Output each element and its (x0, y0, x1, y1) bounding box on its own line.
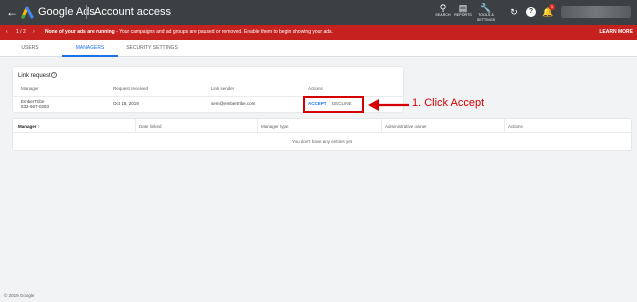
sort-arrow-icon: ↑ (37, 124, 41, 129)
column-divider (504, 119, 505, 132)
refresh-icon[interactable]: ↻ (509, 7, 519, 17)
google-ads-logo-icon (21, 6, 34, 19)
column-header-manager: Manager (21, 86, 39, 91)
tools-tool-label: TOOLS & SETTINGS (476, 13, 496, 22)
wrench-icon: 🔧 (480, 3, 492, 13)
column-header-actions: Actions (308, 86, 323, 91)
manager-customer-id: 532-667-0283 (21, 104, 50, 109)
empty-state-message: You don't have any entries yet (292, 139, 352, 144)
annotation-arrow-icon (368, 99, 409, 111)
banner-pager: 1 / 2 (16, 29, 26, 35)
banner-next-icon[interactable]: › (33, 25, 35, 40)
help-icon[interactable]: ? (526, 7, 536, 17)
table-header-date-linked[interactable]: Date linked (139, 124, 162, 130)
table-header-manager-type[interactable]: Manager type (261, 124, 289, 130)
notification-banner: ‹ 1 / 2 › None of your ads are running -… (0, 25, 637, 40)
table-header-manager-label: Manager (18, 124, 37, 129)
annotation-highlight-box (303, 96, 364, 113)
back-arrow-icon[interactable]: ← (6, 5, 18, 19)
annotation-text: 1. Click Accept (412, 97, 485, 109)
account-switcher[interactable] (561, 6, 631, 18)
column-divider (135, 119, 136, 132)
banner-message: None of your ads are running - Your camp… (45, 25, 333, 40)
footer-copyright: © 2019 Google (4, 293, 35, 298)
banner-message-bold: None of your ads are running (45, 29, 115, 35)
request-received-date: Oct 18, 2019 (113, 101, 139, 106)
table-header-divider (13, 132, 631, 133)
top-app-bar: ← Google Ads Account access ⚲ SEARCH ▤ R… (0, 0, 637, 25)
learn-more-link[interactable]: LEARN MORE (599, 25, 633, 40)
tab-security-settings[interactable]: SECURITY SETTINGS (122, 40, 182, 57)
column-divider (257, 119, 258, 132)
table-header-administrative-owner[interactable]: Administrative owner (385, 124, 427, 130)
title-divider (86, 5, 87, 19)
managers-table: Manager ↑ Date linked Manager type Admin… (13, 119, 631, 150)
info-icon[interactable]: ? (51, 72, 57, 78)
link-sender-email: sem@embertribe.com (211, 101, 256, 106)
column-header-request-received: Request received (113, 86, 149, 91)
tab-managers[interactable]: MANAGERS (62, 40, 118, 57)
banner-prev-icon[interactable]: ‹ (6, 25, 8, 40)
banner-message-rest: - Your campaigns and ad groups are pause… (114, 29, 333, 35)
tools-settings-button[interactable]: 🔧 TOOLS & SETTINGS (473, 3, 499, 23)
table-header-actions: Actions (508, 124, 523, 129)
column-divider (381, 119, 382, 132)
link-request-title: Link request (18, 73, 51, 79)
tab-users[interactable]: USERS (10, 40, 50, 57)
page-title: Account access (94, 6, 172, 18)
column-header-link-sender: Link sender (211, 86, 235, 91)
tab-bar: USERS MANAGERS SECURITY SETTINGS (0, 40, 637, 57)
table-header-manager[interactable]: Manager ↑ (18, 124, 40, 130)
notification-badge: 1 (549, 4, 555, 10)
